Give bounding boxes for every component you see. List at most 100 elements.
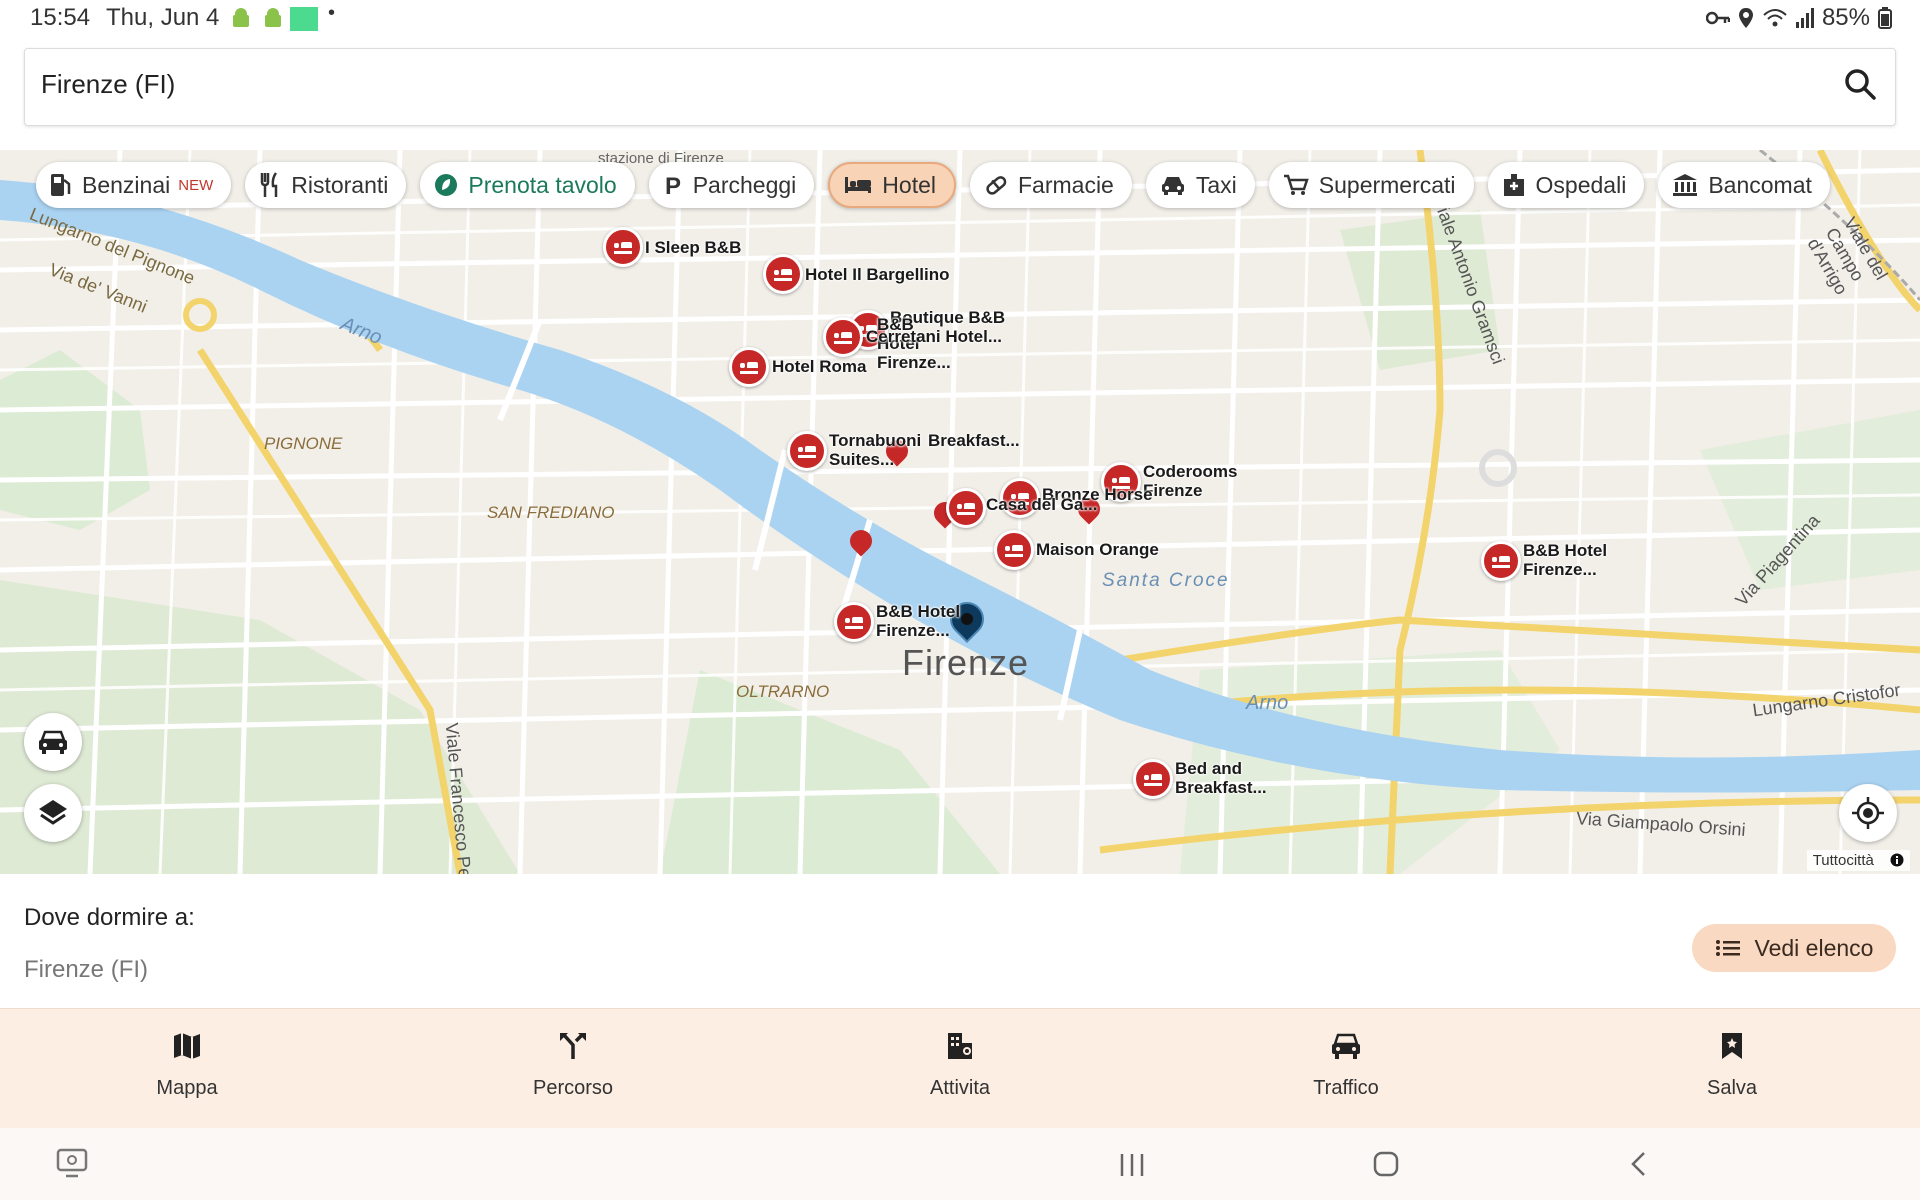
chip-supermercati[interactable]: Supermercati — [1268, 162, 1474, 208]
layers-button[interactable] — [24, 784, 82, 842]
home-icon[interactable] — [1372, 1150, 1400, 1178]
bed-icon — [845, 616, 863, 629]
hotel-label[interactable]: Breakfast... — [928, 431, 1020, 450]
hotel-pin[interactable] — [763, 254, 803, 294]
hotel-label[interactable]: B&B Hotel Firenze... — [1523, 541, 1633, 579]
chip-label: Supermercati — [1318, 171, 1456, 198]
map-attribution[interactable]: Tuttocittà — [1806, 850, 1910, 871]
nav-label: Salva — [1706, 1077, 1758, 1099]
chip-prenota-tavolo[interactable]: Prenota tavolo — [420, 162, 635, 208]
nav-label: Attivita — [929, 1077, 991, 1099]
parking-icon: P — [665, 173, 681, 197]
info-location: Firenze (FI) — [24, 956, 149, 983]
map-city-label: Firenze — [902, 642, 1030, 683]
map-label-santa-croce: Santa Croce — [1102, 570, 1230, 591]
layers-icon — [39, 800, 67, 825]
my-location-button[interactable] — [1839, 784, 1897, 842]
list-icon — [1715, 940, 1740, 956]
attribution-text: Tuttocittà — [1812, 852, 1874, 869]
chip-label: Ristoranti — [291, 171, 389, 198]
search-icon[interactable] — [1843, 67, 1877, 101]
hotel-label[interactable]: Maison Orange — [1036, 540, 1159, 559]
hotel-label[interactable]: B&B Hotel Firenze... — [876, 602, 986, 640]
chip-label: Hotel — [882, 171, 936, 198]
nav-percorso[interactable]: Percorso — [473, 1031, 673, 1100]
map-icon — [174, 1033, 200, 1059]
buildings-icon — [948, 1033, 972, 1059]
chip-label: Ospedali — [1535, 171, 1627, 198]
nav-attivita[interactable]: Attivita — [860, 1031, 1060, 1100]
hotel-label[interactable]: Bed and Breakfast... — [1175, 759, 1285, 797]
map-view[interactable]: PIGNONE SAN FREDIANO OLTRARNO Arno Arno … — [0, 150, 1920, 874]
map-label-san-frediano: SAN FREDIANO — [487, 503, 615, 522]
nav-label: Traffico — [1313, 1077, 1379, 1099]
chip-label: Prenota tavolo — [468, 171, 617, 198]
category-chips: Benzinai NEW Ristoranti Prenota tavolo P… — [36, 162, 1830, 208]
nav-salva[interactable]: Salva — [1632, 1031, 1832, 1100]
traffic-toggle-button[interactable] — [24, 713, 82, 771]
chip-bancomat[interactable]: Bancomat — [1658, 162, 1830, 208]
app-notification-icon — [290, 7, 318, 31]
chip-label: Parcheggi — [692, 171, 797, 198]
map-label-oltrarno: OLTRARNO — [736, 682, 830, 701]
hotel-pin[interactable] — [823, 317, 863, 357]
new-badge: NEW — [178, 176, 214, 194]
hotel-pin[interactable] — [729, 347, 769, 387]
chip-taxi[interactable]: Taxi — [1145, 162, 1255, 208]
chip-hotel[interactable]: Hotel — [828, 162, 956, 208]
hotel-label[interactable]: I Sleep B&B — [645, 238, 741, 257]
hotel-pin[interactable] — [834, 602, 874, 642]
taxi-icon — [1161, 177, 1184, 195]
chip-ristoranti[interactable]: Ristoranti — [245, 162, 407, 208]
chip-farmacie[interactable]: Farmacie — [970, 162, 1132, 208]
bed-icon — [740, 361, 758, 374]
bed-icon — [845, 177, 872, 193]
signal-icon — [1795, 8, 1814, 28]
hotel-pin[interactable] — [994, 530, 1034, 570]
back-icon[interactable] — [1628, 1150, 1648, 1178]
battery-percent: 85% — [1821, 4, 1870, 31]
list-view-label: Vedi elenco — [1754, 934, 1874, 961]
hotel-pin[interactable] — [946, 488, 986, 528]
hotel-label[interactable]: Coderooms Firenze — [1143, 462, 1283, 500]
nav-mappa[interactable]: Mappa — [87, 1031, 287, 1100]
search-input[interactable]: Firenze (FI) — [24, 48, 1896, 126]
screenshot-icon[interactable] — [56, 1148, 88, 1178]
key-icon — [1705, 11, 1730, 25]
nav-label: Mappa — [156, 1077, 218, 1099]
search-value[interactable]: Firenze (FI) — [41, 69, 175, 100]
hotel-pin[interactable] — [603, 227, 643, 267]
chip-label: Benzinai — [82, 171, 171, 198]
bed-icon — [1144, 773, 1162, 786]
hotel-pin[interactable] — [1133, 759, 1173, 799]
chip-ospedali[interactable]: Ospedali — [1487, 162, 1645, 208]
chip-parcheggi[interactable]: P Parcheggi — [648, 162, 815, 208]
bed-icon — [1005, 544, 1023, 557]
map-label-arno-east: Arno — [1246, 692, 1289, 714]
info-icon — [1890, 853, 1904, 867]
battery-icon — [1878, 7, 1892, 29]
pill-icon — [986, 176, 1007, 195]
svg-text:P: P — [665, 173, 681, 197]
cart-icon — [1283, 174, 1309, 195]
hotel-label[interactable]: Cerretani Hotel... — [866, 327, 1002, 346]
wifi-icon — [1763, 9, 1787, 27]
list-view-button[interactable]: Vedi elenco — [1692, 924, 1896, 972]
leaf-icon — [435, 174, 458, 196]
hotel-label[interactable]: Hotel Il Bargellino — [805, 265, 950, 284]
chip-benzinai[interactable]: Benzinai NEW — [36, 162, 232, 208]
system-nav-bar — [0, 1128, 1920, 1200]
bookmark-icon — [1722, 1033, 1742, 1059]
hotel-label[interactable]: Hotel Roma — [772, 357, 866, 376]
recent-apps-icon[interactable] — [1118, 1152, 1146, 1178]
location-icon — [1738, 8, 1753, 28]
hotel-label[interactable]: Tornabuoni Suites... — [829, 431, 925, 469]
hotel-pin[interactable] — [787, 431, 827, 471]
bank-icon — [1673, 174, 1698, 196]
crosshair-icon — [1852, 797, 1884, 829]
hotel-pin[interactable] — [1481, 541, 1521, 581]
status-date: Thu, Jun 4 — [106, 4, 220, 31]
nav-traffico[interactable]: Traffico — [1246, 1031, 1446, 1100]
hotel-label[interactable]: Casa del Ga... — [986, 495, 1098, 514]
status-time: 15:54 — [30, 4, 91, 31]
